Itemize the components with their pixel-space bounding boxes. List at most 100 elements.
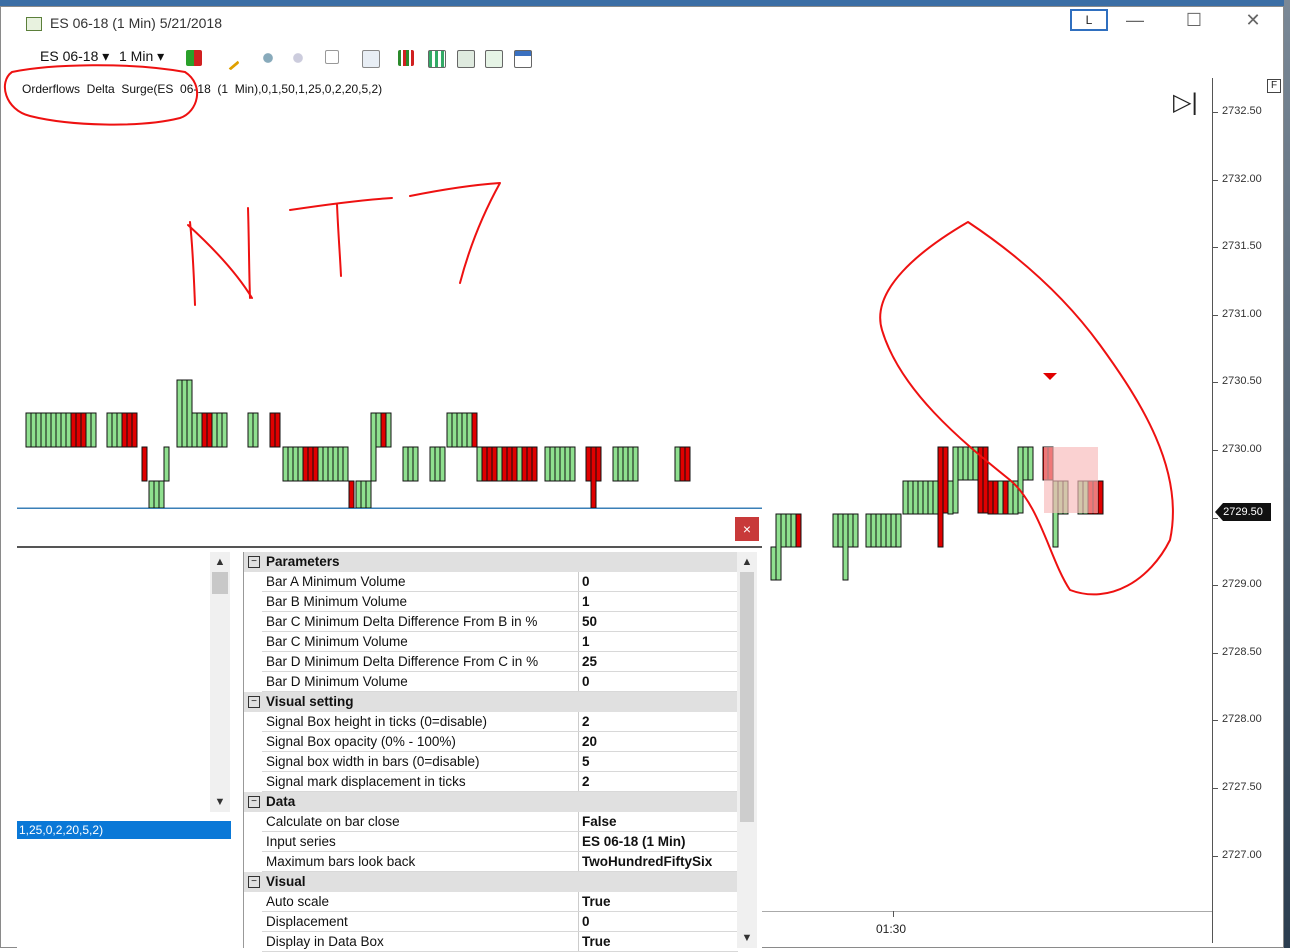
price-axis-label: 2728.50	[1222, 645, 1262, 658]
up-bar	[111, 412, 118, 448]
dialog-divider	[17, 546, 762, 548]
scroll-up-icon[interactable]: ▲	[737, 556, 757, 568]
scroll-up-icon[interactable]: ▲	[210, 556, 230, 568]
scroll-down-icon[interactable]: ▼	[210, 796, 230, 808]
property-row[interactable]: Auto scale True	[244, 892, 738, 912]
up-bar	[332, 446, 339, 482]
price-tick	[1212, 788, 1218, 789]
up-bar	[496, 446, 503, 482]
property-value[interactable]: 0	[582, 674, 590, 689]
property-category[interactable]: − Parameters	[244, 552, 738, 572]
time-tick	[893, 911, 894, 917]
price-axis-label: 2731.50	[1222, 240, 1262, 253]
down-bar	[141, 446, 148, 482]
property-name: Bar D Minimum Delta Difference From C in…	[266, 654, 539, 669]
property-row[interactable]: Signal Box opacity (0% - 100%) 20	[244, 732, 738, 752]
property-row[interactable]: Signal mark displacement in ticks 2	[244, 772, 738, 792]
property-row[interactable]: Bar D Minimum Delta Difference From C in…	[244, 652, 738, 672]
up-bar	[342, 446, 349, 482]
property-row[interactable]: Displacement 0	[244, 912, 738, 932]
property-value[interactable]: 1	[582, 634, 590, 649]
property-value[interactable]: False	[582, 814, 617, 829]
property-row[interactable]: Display in Data Box True	[244, 932, 738, 952]
collapse-icon[interactable]: −	[248, 876, 260, 888]
up-bar	[55, 412, 62, 448]
down-bar	[80, 412, 87, 448]
scrollbar-thumb[interactable]	[212, 572, 228, 594]
property-row[interactable]: Bar D Minimum Volume 0	[244, 672, 738, 692]
up-bar	[337, 446, 344, 482]
scroll-down-icon[interactable]: ▼	[737, 932, 757, 944]
up-bar	[559, 446, 566, 482]
up-bar	[40, 412, 47, 448]
property-row[interactable]: Calculate on bar close False	[244, 812, 738, 832]
property-value[interactable]: 1	[582, 594, 590, 609]
collapse-icon[interactable]: −	[248, 796, 260, 808]
up-bar	[327, 446, 334, 482]
collapse-icon[interactable]: −	[248, 696, 260, 708]
collapse-icon[interactable]: −	[248, 556, 260, 568]
up-bar	[365, 480, 372, 509]
property-value[interactable]: 25	[582, 654, 597, 669]
property-name: Signal mark displacement in ticks	[266, 774, 466, 789]
property-value[interactable]: 5	[582, 754, 590, 769]
scroll-to-end-button[interactable]: ▷|	[1173, 88, 1198, 117]
property-row[interactable]: Maximum bars look back TwoHundredFiftySix	[244, 852, 738, 872]
down-bar	[1002, 480, 1009, 515]
property-value[interactable]: 50	[582, 614, 597, 629]
up-bar	[25, 412, 32, 448]
price-tick	[1212, 855, 1218, 857]
property-value[interactable]: 0	[582, 914, 590, 929]
up-bar	[770, 546, 777, 581]
down-bar	[1097, 480, 1104, 515]
f-button[interactable]: F	[1267, 79, 1281, 93]
column-divider	[578, 752, 579, 772]
indicator-list-scrollbar[interactable]	[210, 552, 230, 812]
property-name: Bar C Minimum Volume	[266, 634, 408, 649]
up-bar	[1017, 446, 1024, 514]
up-bar	[45, 412, 52, 448]
property-value[interactable]: 20	[582, 734, 597, 749]
down-bar	[942, 446, 949, 514]
property-row[interactable]: Signal Box height in ticks (0=disable) 2	[244, 712, 738, 732]
property-value[interactable]: 2	[582, 714, 590, 729]
up-bar	[549, 446, 556, 482]
selected-indicator-item[interactable]: 1,25,0,2,20,5,2)	[17, 821, 231, 839]
property-row[interactable]: Bar C Minimum Volume 1	[244, 632, 738, 652]
property-row[interactable]: Bar A Minimum Volume 0	[244, 572, 738, 592]
down-bar	[526, 446, 533, 482]
property-name: Input series	[266, 834, 336, 849]
category-name: Parameters	[266, 554, 340, 569]
property-value[interactable]: True	[582, 894, 611, 909]
indicator-list[interactable]	[17, 552, 232, 948]
dialog-close-button[interactable]: ×	[735, 517, 759, 541]
property-row[interactable]: Bar C Minimum Delta Difference From B in…	[244, 612, 738, 632]
up-bar	[544, 446, 551, 482]
price-tick	[1212, 314, 1218, 316]
property-grid-scrollbar[interactable]	[737, 552, 757, 948]
column-divider	[578, 672, 579, 692]
property-value[interactable]: 0	[582, 574, 590, 589]
up-bar	[790, 513, 797, 548]
up-bar	[153, 480, 160, 509]
property-row[interactable]: Bar B Minimum Volume 1	[244, 592, 738, 612]
property-value[interactable]: True	[582, 934, 611, 949]
up-bar	[158, 480, 165, 509]
column-divider	[578, 892, 579, 912]
property-category[interactable]: − Visual setting	[244, 692, 738, 712]
column-divider	[578, 652, 579, 672]
signal-marker	[1043, 373, 1057, 380]
down-bar	[486, 446, 493, 482]
scrollbar-thumb[interactable]	[740, 572, 754, 822]
down-bar	[206, 412, 213, 448]
property-category[interactable]: − Visual	[244, 872, 738, 892]
property-row[interactable]: Signal box width in bars (0=disable) 5	[244, 752, 738, 772]
property-category[interactable]: − Data	[244, 792, 738, 812]
up-bar	[837, 513, 844, 548]
column-divider	[578, 932, 579, 952]
column-divider	[578, 632, 579, 652]
property-row[interactable]: Input series ES 06-18 (1 Min)	[244, 832, 738, 852]
property-value[interactable]: ES 06-18 (1 Min)	[582, 834, 686, 849]
property-value[interactable]: TwoHundredFiftySix	[582, 854, 712, 869]
property-value[interactable]: 2	[582, 774, 590, 789]
